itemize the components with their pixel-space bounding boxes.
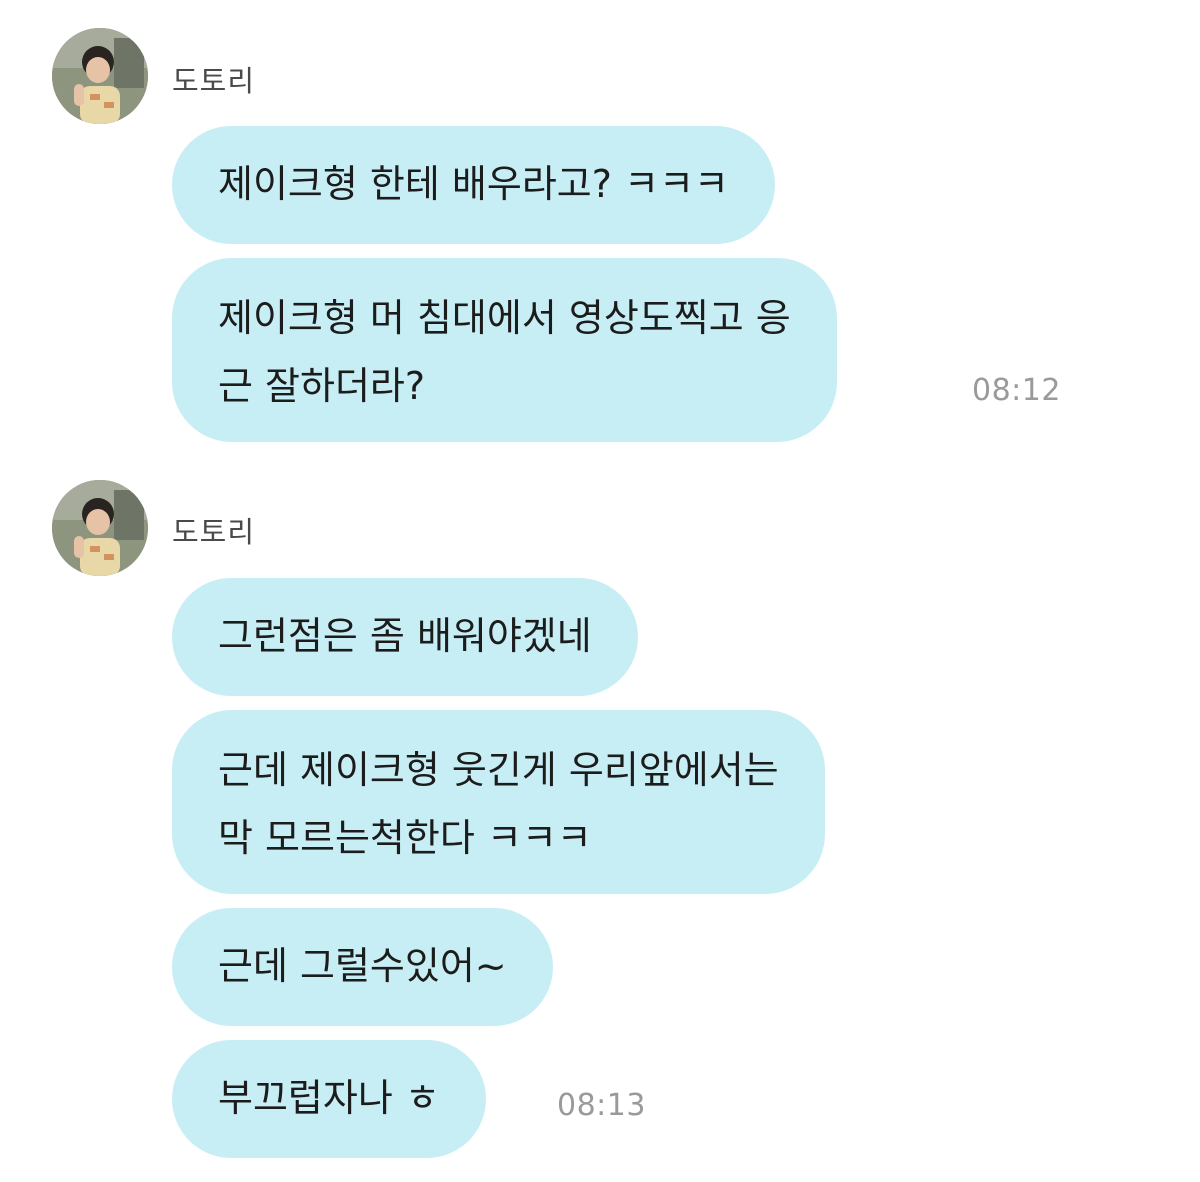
sender-name: 도토리 [172, 64, 256, 98]
message-timestamp: 08:12 [972, 373, 1061, 408]
avatar[interactable] [52, 480, 148, 576]
message-bubble[interactable]: 제이크형 한테 배우라고? ㅋㅋㅋ [172, 126, 775, 244]
message-bubble[interactable]: 그런점은 좀 배워야겠네 [172, 578, 638, 696]
message-timestamp: 08:13 [557, 1088, 646, 1123]
avatar[interactable] [52, 28, 148, 124]
message-bubble[interactable]: 근데 그럴수있어~ [172, 908, 553, 1026]
message-bubble[interactable]: 부끄럽자나 ㅎ [172, 1040, 486, 1158]
sender-name: 도토리 [172, 515, 256, 549]
avatar-photo-icon [52, 480, 148, 576]
avatar-photo-icon [52, 28, 148, 124]
message-bubble[interactable]: 근데 제이크형 웃긴게 우리앞에서는 막 모르는척한다 ㅋㅋㅋ [172, 710, 825, 894]
message-bubble[interactable]: 제이크형 머 침대에서 영상도찍고 응 근 잘하더라? [172, 258, 837, 442]
